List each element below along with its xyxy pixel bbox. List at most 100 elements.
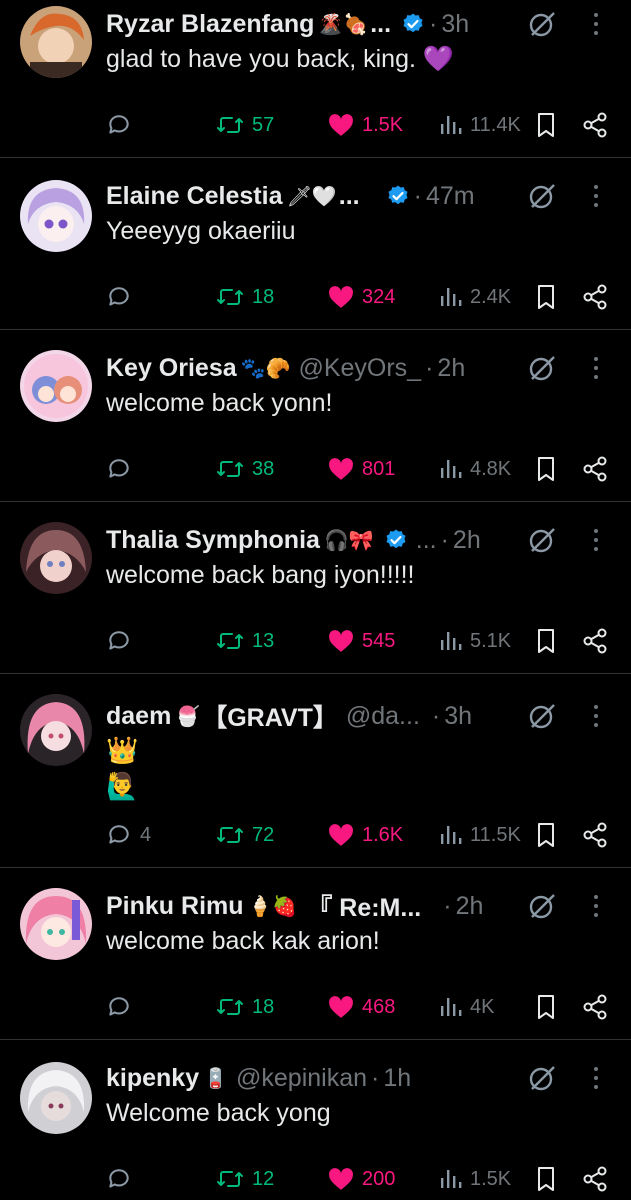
post-time[interactable]: 2h xyxy=(453,526,481,555)
grok-icon[interactable] xyxy=(527,9,557,39)
display-name[interactable]: Key Oriesa xyxy=(106,354,237,383)
reply-button[interactable] xyxy=(106,1164,140,1194)
display-name[interactable]: Thalia Symphonia xyxy=(106,526,320,555)
views-button[interactable]: 11.5K xyxy=(440,820,521,850)
reply-button[interactable] xyxy=(106,282,140,312)
more-icon[interactable] xyxy=(591,1066,601,1090)
user-handle[interactable]: @KeyOrs_ xyxy=(298,354,421,383)
views-button[interactable]: 4.8K xyxy=(440,454,511,484)
avatar[interactable] xyxy=(20,522,92,594)
share-button[interactable] xyxy=(582,1164,608,1194)
avatar[interactable] xyxy=(20,6,92,78)
post-time[interactable]: 2h xyxy=(456,892,484,921)
post-time[interactable]: 3h xyxy=(441,10,469,39)
share-button[interactable] xyxy=(582,626,608,656)
bookmark-button[interactable] xyxy=(536,454,556,484)
views-button[interactable]: 4K xyxy=(440,992,494,1022)
reply-button[interactable] xyxy=(106,454,140,484)
views-button[interactable]: 2.4K xyxy=(440,282,511,312)
reply-button[interactable] xyxy=(106,626,140,656)
post-time[interactable]: 47m xyxy=(426,182,475,211)
views-icon xyxy=(441,632,462,650)
more-icon[interactable] xyxy=(591,356,601,380)
avatar[interactable] xyxy=(20,180,92,252)
post-time[interactable]: 1h xyxy=(383,1064,411,1093)
repost-button[interactable]: 57 xyxy=(216,110,274,140)
post-header: Key Oriesa 🐾🥐 @KeyOrs_ · 2h xyxy=(106,350,561,386)
bookmark-button[interactable] xyxy=(536,820,556,850)
name-emoji: 🍧 xyxy=(175,704,201,728)
post-header: daem 🍧 【GRAVT】 @da... · 3h xyxy=(106,698,561,734)
avatar[interactable] xyxy=(20,888,92,960)
like-button[interactable]: 1.5K xyxy=(328,110,403,140)
repost-button[interactable]: 38 xyxy=(216,454,274,484)
share-button[interactable] xyxy=(582,454,608,484)
views-button[interactable]: 1.5K xyxy=(440,1164,511,1194)
more-icon[interactable] xyxy=(591,894,601,918)
bookmark-button[interactable] xyxy=(536,282,556,312)
more-icon[interactable] xyxy=(591,704,601,728)
grok-icon[interactable] xyxy=(527,701,557,731)
repost-icon xyxy=(217,1171,243,1187)
bookmark-button[interactable] xyxy=(536,992,556,1022)
post-thalia[interactable]: Thalia Symphonia 🎧🎀 ... · 2h welcome bac… xyxy=(0,502,631,674)
post-text: welcome back bang iyon!!!!! xyxy=(106,561,415,589)
bookmark-button[interactable] xyxy=(536,1164,556,1194)
grok-icon[interactable] xyxy=(527,181,557,211)
post-kipenky[interactable]: kipenky 🪫 @kepinikan · 1h Welcome back y… xyxy=(0,1040,631,1200)
repost-button[interactable]: 12 xyxy=(216,1164,274,1194)
more-icon[interactable] xyxy=(591,528,601,552)
reply-button[interactable]: 4 xyxy=(106,820,151,850)
avatar[interactable] xyxy=(20,694,92,766)
grok-icon[interactable] xyxy=(527,525,557,555)
post-time[interactable]: 2h xyxy=(437,354,465,383)
like-button[interactable]: 468 xyxy=(328,992,395,1022)
reply-button[interactable] xyxy=(106,110,140,140)
repost-button[interactable]: 13 xyxy=(216,626,274,656)
display-name[interactable]: Pinku Rimu xyxy=(106,892,244,921)
display-name[interactable]: kipenky xyxy=(106,1064,199,1093)
more-icon[interactable] xyxy=(591,12,601,36)
user-handle[interactable]: @da... xyxy=(346,702,420,731)
post-header: Elaine Celestia 🗡🤍 ... · 47m xyxy=(106,178,561,214)
post-ryzar[interactable]: Ryzar Blazenfang 🌋🍖 ... · 3h glad to hav… xyxy=(0,0,631,158)
post-daem[interactable]: daem 🍧 【GRAVT】 @da... · 3h 👑 🙋‍♂️ 4 72 1… xyxy=(0,674,631,868)
like-button[interactable]: 545 xyxy=(328,626,395,656)
display-name[interactable]: daem xyxy=(106,702,171,731)
like-button[interactable]: 200 xyxy=(328,1164,395,1194)
user-handle[interactable]: @kepinikan xyxy=(236,1064,367,1093)
reply-button[interactable] xyxy=(106,992,140,1022)
verified-badge-icon xyxy=(386,529,406,549)
share-icon xyxy=(583,456,607,482)
share-button[interactable] xyxy=(582,110,608,140)
repost-button[interactable]: 72 xyxy=(216,820,274,850)
like-button[interactable]: 324 xyxy=(328,282,395,312)
display-name[interactable]: Ryzar Blazenfang xyxy=(106,10,314,39)
bookmark-icon xyxy=(538,629,554,653)
avatar[interactable] xyxy=(20,1062,92,1134)
grok-icon[interactable] xyxy=(527,891,557,921)
more-icon[interactable] xyxy=(591,184,601,208)
post-pinku[interactable]: Pinku Rimu 🍦🍓 『 Re:M... · 2h welcome bac… xyxy=(0,868,631,1040)
heart-filled-icon xyxy=(329,824,353,846)
share-button[interactable] xyxy=(582,992,608,1022)
user-handle[interactable]: ... xyxy=(416,526,437,555)
bookmark-button[interactable] xyxy=(536,626,556,656)
views-button[interactable]: 11.4K xyxy=(440,110,521,140)
avatar[interactable] xyxy=(20,350,92,422)
repost-button[interactable]: 18 xyxy=(216,992,274,1022)
views-button[interactable]: 5.1K xyxy=(440,626,511,656)
share-button[interactable] xyxy=(582,282,608,312)
repost-button[interactable]: 18 xyxy=(216,282,274,312)
post-time[interactable]: 3h xyxy=(444,702,472,731)
like-button[interactable]: 801 xyxy=(328,454,395,484)
post-key[interactable]: Key Oriesa 🐾🥐 @KeyOrs_ · 2h welcome back… xyxy=(0,330,631,502)
repost-icon xyxy=(217,827,243,843)
share-button[interactable] xyxy=(582,820,608,850)
display-name[interactable]: Elaine Celestia xyxy=(106,182,282,211)
post-elaine[interactable]: Elaine Celestia 🗡🤍 ... · 47m Yeeeyyg oka… xyxy=(0,158,631,330)
bookmark-button[interactable] xyxy=(536,110,556,140)
like-button[interactable]: 1.6K xyxy=(328,820,403,850)
grok-icon[interactable] xyxy=(527,1063,557,1093)
grok-icon[interactable] xyxy=(527,353,557,383)
